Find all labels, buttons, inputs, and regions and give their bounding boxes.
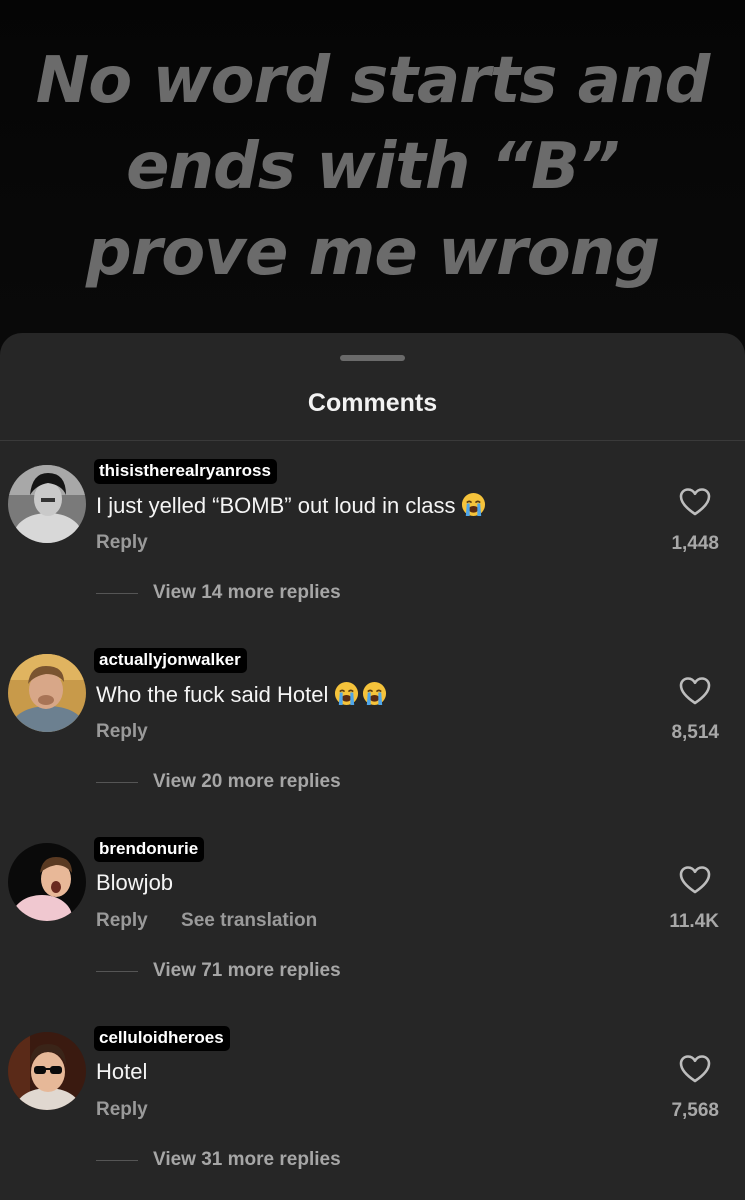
comment-actions: Reply bbox=[96, 1099, 148, 1121]
comment-body: Blowjob bbox=[96, 870, 174, 895]
comment-body: I just yelled “BOMB” out loud in class bbox=[96, 493, 456, 518]
comment-body: Who the fuck said Hotel bbox=[96, 682, 329, 707]
heart-icon[interactable] bbox=[679, 676, 711, 706]
avatar[interactable] bbox=[8, 654, 86, 732]
video-background[interactable]: No word starts and ends with “B” prove m… bbox=[0, 0, 745, 340]
reply-button[interactable]: Reply bbox=[96, 1099, 148, 1120]
app-screen: No word starts and ends with “B” prove m… bbox=[0, 0, 745, 1200]
divider bbox=[0, 440, 745, 441]
comment-item: celluloidheroes Hotel Reply 7,568 View 3… bbox=[0, 1026, 745, 1200]
view-replies-label: View 20 more replies bbox=[153, 771, 341, 792]
reply-button[interactable]: Reply bbox=[96, 721, 148, 742]
comment-text: I just yelled “BOMB” out loud in class bbox=[96, 492, 486, 519]
comment-item: thisistherealryanross I just yelled “BOM… bbox=[0, 459, 745, 645]
view-replies-label: View 31 more replies bbox=[153, 1149, 341, 1170]
comment-text: Blowjob bbox=[96, 870, 173, 896]
comment-username[interactable]: thisistherealryanross bbox=[94, 459, 277, 484]
comment-actions: Reply See translation bbox=[96, 910, 317, 932]
sheet-drag-handle[interactable] bbox=[340, 355, 405, 361]
heart-icon[interactable] bbox=[679, 1054, 711, 1084]
loudly-crying-face-icon bbox=[335, 681, 359, 706]
loudly-crying-face-icon bbox=[462, 492, 486, 517]
replies-line bbox=[96, 1159, 138, 1161]
comment-item: actuallyjonwalker Who the fuck said Hote… bbox=[0, 648, 745, 834]
view-replies-button[interactable]: View 71 more replies bbox=[96, 959, 341, 983]
avatar[interactable] bbox=[8, 843, 86, 921]
comment-text: Hotel bbox=[96, 1059, 147, 1085]
comment-username[interactable]: actuallyjonwalker bbox=[94, 648, 247, 673]
comment-body: Hotel bbox=[96, 1059, 148, 1084]
view-replies-button[interactable]: View 14 more replies bbox=[96, 581, 341, 605]
heart-icon[interactable] bbox=[679, 865, 711, 895]
comment-item: brendonurie Blowjob Reply See translatio… bbox=[0, 837, 745, 1023]
like-count: 11.4K bbox=[669, 911, 719, 932]
heart-icon[interactable] bbox=[679, 487, 711, 517]
view-replies-button[interactable]: View 31 more replies bbox=[96, 1148, 341, 1172]
view-replies-button[interactable]: View 20 more replies bbox=[96, 770, 341, 794]
avatar[interactable] bbox=[8, 465, 86, 543]
loudly-crying-face-icon bbox=[363, 681, 387, 706]
like-count: 8,514 bbox=[671, 722, 719, 743]
replies-line bbox=[96, 781, 138, 783]
avatar[interactable] bbox=[8, 1032, 86, 1110]
comment-text: Who the fuck said Hotel bbox=[96, 681, 387, 708]
comments-sheet: Comments thisistherealryanross I just ye… bbox=[0, 333, 745, 1200]
view-replies-label: View 71 more replies bbox=[153, 960, 341, 981]
comments-title: Comments bbox=[307, 389, 438, 417]
see-translation-button[interactable]: See translation bbox=[181, 910, 317, 931]
comment-username[interactable]: brendonurie bbox=[94, 837, 205, 862]
like-count: 7,568 bbox=[671, 1100, 719, 1121]
video-caption: No word starts and ends with “B” prove m… bbox=[35, 44, 711, 290]
view-replies-label: View 14 more replies bbox=[153, 582, 341, 603]
comment-username[interactable]: celluloidheroes bbox=[94, 1026, 230, 1051]
comment-actions: Reply bbox=[96, 721, 148, 743]
comment-actions: Reply bbox=[96, 532, 148, 554]
like-count: 1,448 bbox=[671, 533, 719, 554]
replies-line bbox=[96, 592, 138, 594]
reply-button[interactable]: Reply bbox=[96, 532, 148, 553]
reply-button[interactable]: Reply bbox=[96, 910, 148, 931]
replies-line bbox=[96, 970, 138, 972]
